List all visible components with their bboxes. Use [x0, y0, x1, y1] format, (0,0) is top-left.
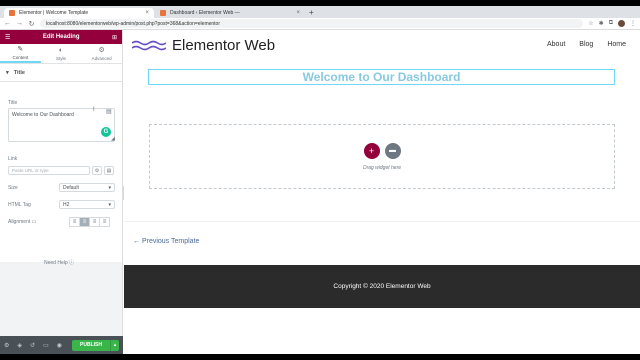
responsive-mode-icon[interactable]: ▭ [43, 342, 49, 349]
navigator-layers-icon[interactable]: ◈ [17, 342, 22, 349]
tab-title: Elementor | Welcome Template [19, 10, 89, 16]
favicon-icon [160, 10, 166, 16]
pencil-icon: ✎ [17, 45, 24, 53]
need-help-text: Need Help [44, 260, 68, 266]
history-icon[interactable]: ↺ [30, 342, 35, 349]
size-label: Size [8, 185, 18, 191]
link-input[interactable]: Paste URL or type [8, 166, 90, 175]
size-select[interactable]: Default ▾ [59, 183, 115, 192]
reload-icon[interactable]: ↻ [28, 20, 35, 28]
drag-widget-text: Drag widget here [362, 164, 402, 171]
nav-home[interactable]: Home [607, 41, 626, 48]
settings-gear-icon[interactable]: ⚙ [4, 342, 9, 349]
title-label: Title [8, 100, 18, 106]
link-dynamic-icon[interactable]: ▤ [104, 166, 114, 175]
widgets-grid-icon[interactable]: ⊞ [112, 34, 117, 41]
tab-title: Dashboard ‹ Elementor Web — [170, 10, 240, 16]
add-template-folder-icon[interactable]: ▬ [384, 142, 401, 159]
html-tag-value: H2 [63, 201, 70, 208]
grammarly-icon[interactable]: G [101, 127, 111, 137]
nav-about[interactable]: About [547, 41, 565, 48]
html-tag-select[interactable]: H2 ▾ [59, 200, 115, 209]
nav-blog[interactable]: Blog [579, 41, 593, 48]
url-input[interactable]: localhost:8080/elementorweb/wp-admin/pos… [40, 19, 584, 28]
panel-tabs: ✎ Content ◐ Style ⚙ Advanced [0, 44, 122, 64]
tab-label: Content [12, 54, 29, 60]
browser-tab-dashboard[interactable]: Dashboard ‹ Elementor Web — × [155, 8, 305, 18]
browser-tab-bar: Elementor | Welcome Template × Dashboard… [0, 6, 640, 18]
link-placeholder: Paste URL or type [12, 168, 49, 173]
hamburger-menu-icon[interactable]: ☰ [5, 34, 10, 41]
content-divider [124, 221, 640, 222]
align-justify-icon[interactable]: ≡ [99, 217, 110, 227]
empty-section-dropzone[interactable]: + ▬ Drag widget here [149, 124, 615, 189]
chevron-down-icon: ▾ [108, 184, 111, 191]
html-tag-label: HTML Tag [8, 202, 31, 208]
question-circle-icon: ⓘ [69, 260, 75, 266]
heading-widget[interactable]: Welcome to Our Dashboard [148, 69, 615, 85]
wave-logo-icon [132, 40, 166, 50]
alignment-choices: ≡ ≡ ≡ ≡ [69, 217, 110, 227]
panel-header: ☰ Edit Heading ⊞ [0, 30, 122, 44]
address-bar: ← → ↻ localhost:8080/elementorweb/wp-adm… [0, 18, 640, 30]
alignment-label: Alignment ▭ [8, 219, 36, 225]
tab-label: Style [56, 55, 67, 61]
tab-label: Advanced [91, 55, 112, 61]
section-title: Title [13, 69, 25, 76]
gear-icon: ⚙ [98, 46, 105, 54]
browser-menu-icon[interactable]: ⋮ [630, 20, 636, 27]
half-circle-icon: ◐ [58, 46, 64, 54]
favicon-icon [9, 10, 15, 16]
alignment-label-text: Alignment [8, 219, 31, 225]
extension-icon[interactable]: ✱ [599, 20, 604, 27]
caret-down-icon: ▾ [6, 69, 9, 76]
browser-actions: ☆ ✱ ⧉ ⋮ [588, 20, 636, 27]
dynamic-tags-icon[interactable]: ▤ [106, 108, 112, 115]
text-cursor-icon: I [93, 107, 95, 113]
back-icon[interactable]: ← [4, 20, 11, 27]
title-textarea[interactable]: Welcome to Our Dashboard [8, 108, 115, 142]
need-help-link[interactable]: Need Help ⓘ [44, 259, 74, 266]
panel-footer: ⚙ ◈ ↺ ▭ ◉ PUBLISH ▴ [0, 336, 123, 354]
chevron-down-icon: ▾ [108, 201, 111, 208]
elementor-panel: ☰ Edit Heading ⊞ ✎ Content ◐ Style ⚙ Adv… [0, 30, 123, 354]
copyright-text: Copyright © 2020 Elementor Web [333, 283, 431, 290]
page-preview: Elementor Web About Blog Home Welcome to… [124, 30, 640, 354]
preview-eye-icon[interactable]: ◉ [57, 342, 62, 349]
title-text: Welcome to Our Dashboard [12, 112, 74, 118]
resize-handle-icon[interactable]: ◢ [111, 136, 115, 142]
browser-tab-elementor[interactable]: Elementor | Welcome Template × [4, 8, 154, 18]
size-value: Default [63, 184, 79, 191]
site-title: Elementor Web [172, 37, 276, 54]
url-text: localhost:8080/elementorweb/wp-admin/pos… [46, 20, 221, 27]
dropzone-buttons: + ▬ [363, 142, 401, 159]
site-header: Elementor Web About Blog Home [124, 30, 640, 60]
browser-window: Elementor | Welcome Template × Dashboard… [0, 6, 640, 354]
close-tab-icon[interactable]: × [145, 10, 149, 16]
publish-group: PUBLISH ▴ [72, 339, 119, 351]
forward-icon[interactable]: → [16, 20, 23, 27]
publish-options-caret-icon[interactable]: ▴ [110, 339, 119, 351]
site-logo[interactable]: Elementor Web [132, 37, 275, 54]
new-tab-button[interactable]: + [309, 8, 314, 18]
bookmark-star-icon[interactable]: ☆ [588, 20, 593, 27]
tab-style[interactable]: ◐ Style [41, 44, 82, 63]
close-tab-icon[interactable]: × [296, 10, 300, 16]
link-label: Link [8, 156, 18, 162]
add-section-plus-icon[interactable]: + [363, 142, 380, 159]
site-footer: Copyright © 2020 Elementor Web [124, 265, 640, 308]
section-body: Title Welcome to Our Dashboard I ▤ G ◢ L… [0, 82, 122, 262]
puzzle-icon[interactable]: ⧉ [609, 20, 613, 27]
profile-avatar[interactable] [618, 20, 625, 27]
panel-title: Edit Heading [42, 34, 80, 40]
page-heading[interactable]: Welcome to Our Dashboard [303, 70, 461, 84]
site-nav: About Blog Home [547, 41, 626, 48]
previous-template-link[interactable]: ← Previous Template [133, 238, 199, 245]
tab-content[interactable]: ✎ Content [0, 44, 41, 63]
link-options-gear-icon[interactable]: ⚙ [92, 166, 102, 175]
tab-advanced[interactable]: ⚙ Advanced [81, 44, 122, 63]
section-toggle-title[interactable]: ▾ Title [0, 64, 122, 82]
responsive-desktop-icon[interactable]: ▭ [32, 219, 37, 225]
publish-button[interactable]: PUBLISH [72, 339, 110, 351]
